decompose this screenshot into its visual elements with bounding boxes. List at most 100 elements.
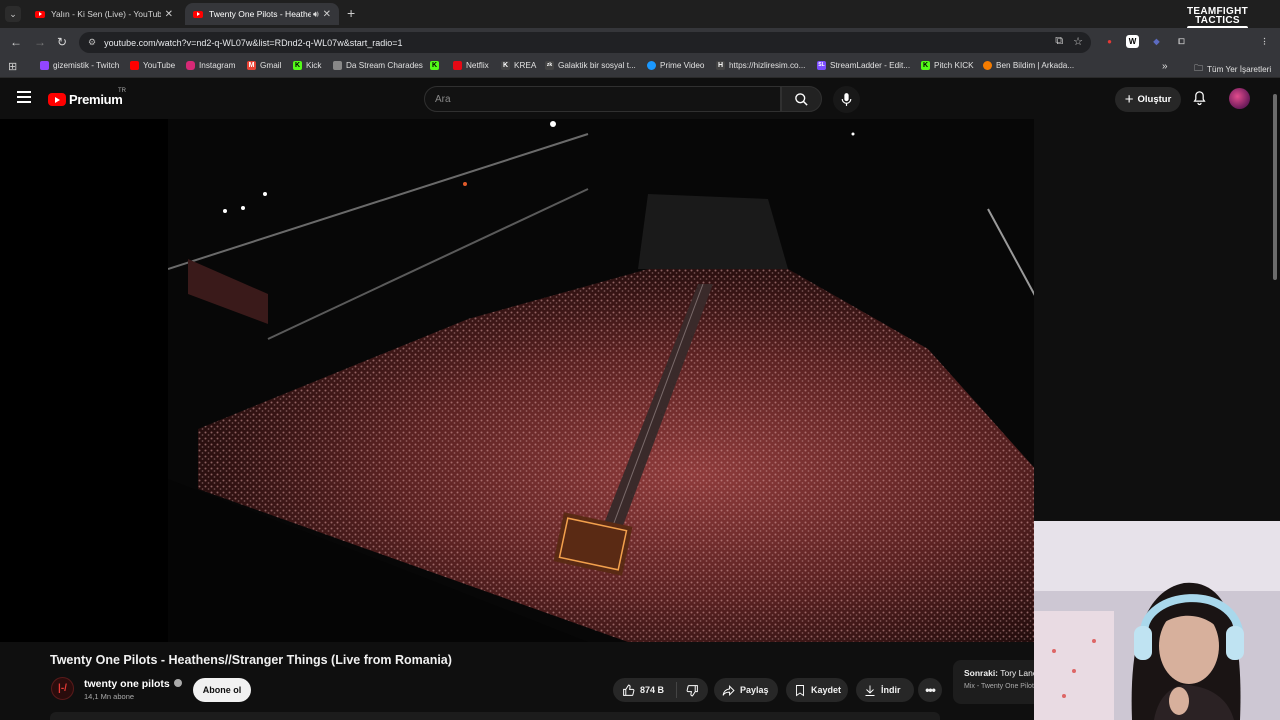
address-bar[interactable]: ⚙ youtube.com/watch?v=nd2-q-WL07w&list=R… — [79, 32, 1091, 53]
bookmark-item[interactable]: gizemistik - Twitch — [40, 61, 119, 70]
youtube-premium-logo[interactable]: Premium — [48, 92, 123, 107]
like-dislike-group: 874 B — [613, 678, 708, 702]
new-tab-icon[interactable]: + — [347, 5, 355, 21]
krea-icon: K — [501, 61, 510, 70]
site-info-icon[interactable]: ⚙ — [88, 37, 96, 48]
subscriber-count: 14,1 Mn abone — [84, 692, 135, 701]
dislike-button[interactable] — [677, 684, 708, 697]
youtube-header: Premium TR Ara + Oluştur — [0, 79, 1280, 119]
bookmark-item[interactable]: K Kick — [293, 61, 321, 70]
download-button[interactable]: İndir — [856, 678, 914, 702]
bookmark-icon — [796, 684, 804, 696]
save-button[interactable]: Kaydet — [786, 678, 848, 702]
share-button[interactable]: Paylaş — [714, 678, 778, 702]
streamer-webcam-overlay — [1034, 521, 1280, 720]
search-input[interactable]: Ara — [424, 86, 781, 112]
bookmark-item[interactable]: Da Stream Charades — [333, 61, 423, 70]
more-bookmarks-icon[interactable]: » — [1162, 61, 1168, 72]
video-title: Twenty One Pilots - Heathens//Stranger T… — [50, 653, 452, 667]
apps-grid-icon[interactable]: ⊞ — [8, 60, 17, 73]
video-player[interactable] — [0, 119, 1034, 642]
netflix-icon — [453, 61, 462, 70]
webcam-image — [1034, 521, 1280, 720]
thumbs-down-icon — [686, 684, 698, 696]
url-text[interactable]: youtube.com/watch?v=nd2-q-WL07w&list=RDn… — [104, 38, 402, 48]
browser-tab-strip: ⌄ Yalın - Ki Sen (Live) - YouTube ✕ Twen… — [0, 0, 1280, 31]
ben-bildim-icon — [983, 61, 992, 70]
bookmark-item[interactable]: YouTube — [130, 61, 175, 70]
subscribe-button[interactable]: Abone ol — [193, 678, 251, 702]
youtube-favicon-icon — [193, 10, 203, 18]
bookmark-item[interactable]: M Gmail — [247, 61, 281, 70]
bookmark-item[interactable]: Netflix — [453, 61, 489, 70]
browser-tab-active[interactable]: Twenty One Pilots - Heathens 🔊︎ ✕ — [185, 3, 339, 25]
gmail-icon: M — [247, 61, 256, 70]
bookmark-item[interactable]: zk Galaktik bir sosyal t... — [545, 61, 636, 70]
up-next-title: Tory Lanez — [1000, 668, 1035, 678]
search-icon — [795, 92, 808, 106]
channel-avatar[interactable]: |-/ — [51, 677, 74, 700]
install-app-icon[interactable]: ⧉ — [1055, 35, 1063, 48]
bookmarks-bar: ⊞ gizemistik - Twitch YouTube Instagram … — [0, 56, 1280, 78]
video-frame-concert-crowd — [168, 119, 1034, 642]
scroll-thumb[interactable] — [1273, 94, 1277, 280]
browser-toolbar: ← → ↻ ⚙ youtube.com/watch?v=nd2-q-WL07w&… — [0, 28, 1280, 56]
concert-crowd-image — [168, 119, 1034, 642]
back-icon[interactable]: ← — [10, 35, 22, 49]
kick-icon: K — [430, 61, 439, 70]
bookmark-item[interactable]: Instagram — [186, 61, 235, 70]
up-next-subtitle: Mix - Twenty One Pilots — [964, 683, 1035, 690]
plus-icon: + — [1124, 90, 1134, 108]
bookmark-star-icon[interactable]: ☆ — [1073, 35, 1083, 48]
tab-title: Yalın - Ki Sen (Live) - YouTube — [51, 9, 161, 19]
speaker-icon[interactable]: 🔊︎ — [313, 9, 319, 20]
like-button[interactable]: 874 B — [613, 682, 677, 698]
tag-icon — [333, 61, 342, 70]
create-button[interactable]: + Oluştur — [1115, 87, 1181, 112]
extension-icon[interactable]: W — [1126, 35, 1139, 48]
tab-title: Twenty One Pilots - Heathens — [209, 9, 311, 19]
notifications-bell-icon[interactable] — [1192, 90, 1207, 111]
thumbs-up-icon — [623, 684, 635, 696]
youtube-icon — [130, 61, 139, 70]
verified-icon — [173, 679, 182, 688]
tab-search-icon[interactable]: ⌄ — [5, 6, 21, 22]
kick-icon: K — [293, 61, 302, 70]
user-avatar[interactable] — [1229, 88, 1250, 109]
bookmark-item[interactable]: K Pitch KICK — [921, 61, 974, 70]
extension-icon[interactable]: ◆ — [1150, 35, 1163, 48]
kick-icon: K — [921, 61, 930, 70]
streamladder-icon: SL — [817, 61, 826, 70]
zk-icon: zk — [545, 61, 554, 70]
close-tab-icon[interactable]: ✕ — [165, 9, 173, 20]
bookmark-item[interactable]: Ben Bildim | Arkada... — [983, 61, 1074, 70]
more-actions-icon[interactable]: ••• — [918, 678, 942, 702]
forward-icon[interactable]: → — [34, 35, 46, 49]
youtube-favicon-icon — [35, 10, 45, 18]
voice-search-button[interactable] — [833, 86, 860, 113]
description-box[interactable] — [50, 712, 940, 720]
extensions-puzzle-icon[interactable]: ⧠ — [1175, 35, 1188, 48]
bookmark-item[interactable]: K — [430, 61, 443, 70]
bookmark-item[interactable]: Hhttps://hizliresim.co... — [716, 61, 805, 70]
share-icon — [722, 684, 735, 696]
browser-menu-icon[interactable]: ⋮ — [1258, 35, 1271, 48]
channel-name[interactable]: twenty one pilots — [84, 678, 182, 690]
bookmark-item[interactable]: SL StreamLadder - Edit... — [817, 61, 910, 70]
bookmark-item[interactable]: Prime Video — [647, 61, 704, 70]
reload-icon[interactable]: ↻ — [57, 35, 67, 49]
all-bookmarks[interactable]: 🗀︎ Tüm Yer İşaretleri — [1194, 61, 1271, 77]
browser-tab[interactable]: Yalın - Ki Sen (Live) - YouTube ✕ — [27, 3, 181, 25]
twitch-icon — [40, 61, 49, 70]
search-button[interactable] — [781, 86, 822, 112]
close-tab-icon[interactable]: ✕ — [323, 9, 331, 20]
menu-icon[interactable] — [17, 91, 31, 103]
download-icon — [865, 685, 875, 696]
instagram-icon — [186, 61, 195, 70]
bookmark-item[interactable]: K KREA — [501, 61, 536, 70]
youtube-play-icon — [48, 93, 66, 106]
microphone-icon — [841, 93, 852, 106]
hizliresim-icon: H — [716, 61, 725, 70]
up-next-card[interactable]: Sonraki: Tory Lanez Mix - Twenty One Pil… — [953, 660, 1035, 704]
extension-icon[interactable]: ● — [1103, 35, 1116, 48]
